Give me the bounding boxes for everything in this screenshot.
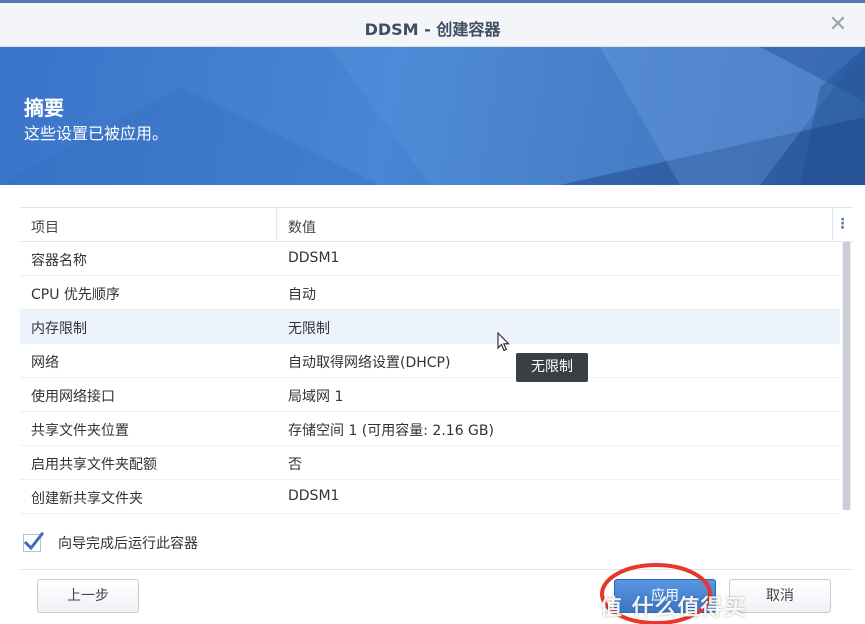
row-item-cell: 启用共享文件夹配额 [31,457,157,473]
banner-background [0,47,865,185]
run-after-wizard-label[interactable]: 向导完成后运行此容器 [58,533,198,553]
table-header: 项目 数值 ⋮ [20,208,853,242]
table-row[interactable]: 内存限制 无限制 [20,310,840,344]
row-item-cell: CPU 优先顺序 [31,287,120,303]
page-title: 摘要 [24,96,64,120]
row-value-cell: 自动 [288,287,316,303]
table-row[interactable]: 共享文件夹位置 存储空间 1 (可用容量: 2.16 GB) [20,412,840,446]
checkbox-checked-icon[interactable] [22,531,44,553]
table-body: 容器名称 DDSM1 CPU 优先顺序 自动 内存限制 无限制 网络 自动取得网络设置(DHC… [20,242,840,514]
summary-table: 项目 数值 ⋮ 容器名称 DDSM1 CPU 优先顺序 自动 内存限制 无限制 网络 自动取得… [20,207,853,514]
mouse-cursor-icon [497,332,510,352]
column-menu-icon[interactable]: ⋮ [835,216,850,232]
column-divider [832,208,833,241]
table-row[interactable]: 网络 自动取得网络设置(DHCP) [20,344,840,378]
row-value-cell: 自动取得网络设置(DHCP) [288,355,451,371]
close-icon[interactable]: ✕ [827,14,849,36]
row-item-cell: 网络 [31,355,59,371]
footer-divider [20,569,853,570]
table-row[interactable]: 容器名称 DDSM1 [20,242,840,276]
table-row[interactable]: 使用网络接口 局域网 1 [20,378,840,412]
row-value-cell: DDSM1 [288,488,340,504]
scrollbar-thumb[interactable] [843,242,850,510]
window-titlebar: DDSM - 创建容器 ✕ [0,0,865,47]
page-subtitle: 这些设置已被应用。 [24,124,169,143]
row-value-cell: DDSM1 [288,250,340,266]
column-divider[interactable] [276,208,277,241]
row-item-cell: 使用网络接口 [31,389,115,405]
row-item-cell: 创建新共享文件夹 [31,491,143,507]
summary-banner: 摘要 这些设置已被应用。 [0,47,865,185]
row-item-cell: 共享文件夹位置 [31,423,129,439]
column-header-item[interactable]: 项目 [31,217,59,237]
watermark-text: 值 什么值得买 [600,596,747,621]
column-header-value[interactable]: 数值 [288,217,316,237]
table-scrollbar[interactable] [842,242,851,510]
row-value-cell: 存储空间 1 (可用容量: 2.16 GB) [288,423,494,439]
table-row[interactable]: CPU 优先顺序 自动 [20,276,840,310]
row-value-cell: 局域网 1 [288,389,344,405]
row-value-cell: 无限制 [288,321,330,337]
row-item-cell: 内存限制 [31,321,87,337]
back-button[interactable]: 上一步 [37,579,139,613]
row-value-cell: 否 [288,457,302,473]
window-title: DDSM - 创建容器 [364,20,501,39]
row-item-cell: 容器名称 [31,253,87,269]
table-row[interactable]: 创建新共享文件夹 DDSM1 [20,480,840,514]
value-tooltip: 无限制 [516,353,588,382]
table-row[interactable]: 启用共享文件夹配额 否 [20,446,840,480]
